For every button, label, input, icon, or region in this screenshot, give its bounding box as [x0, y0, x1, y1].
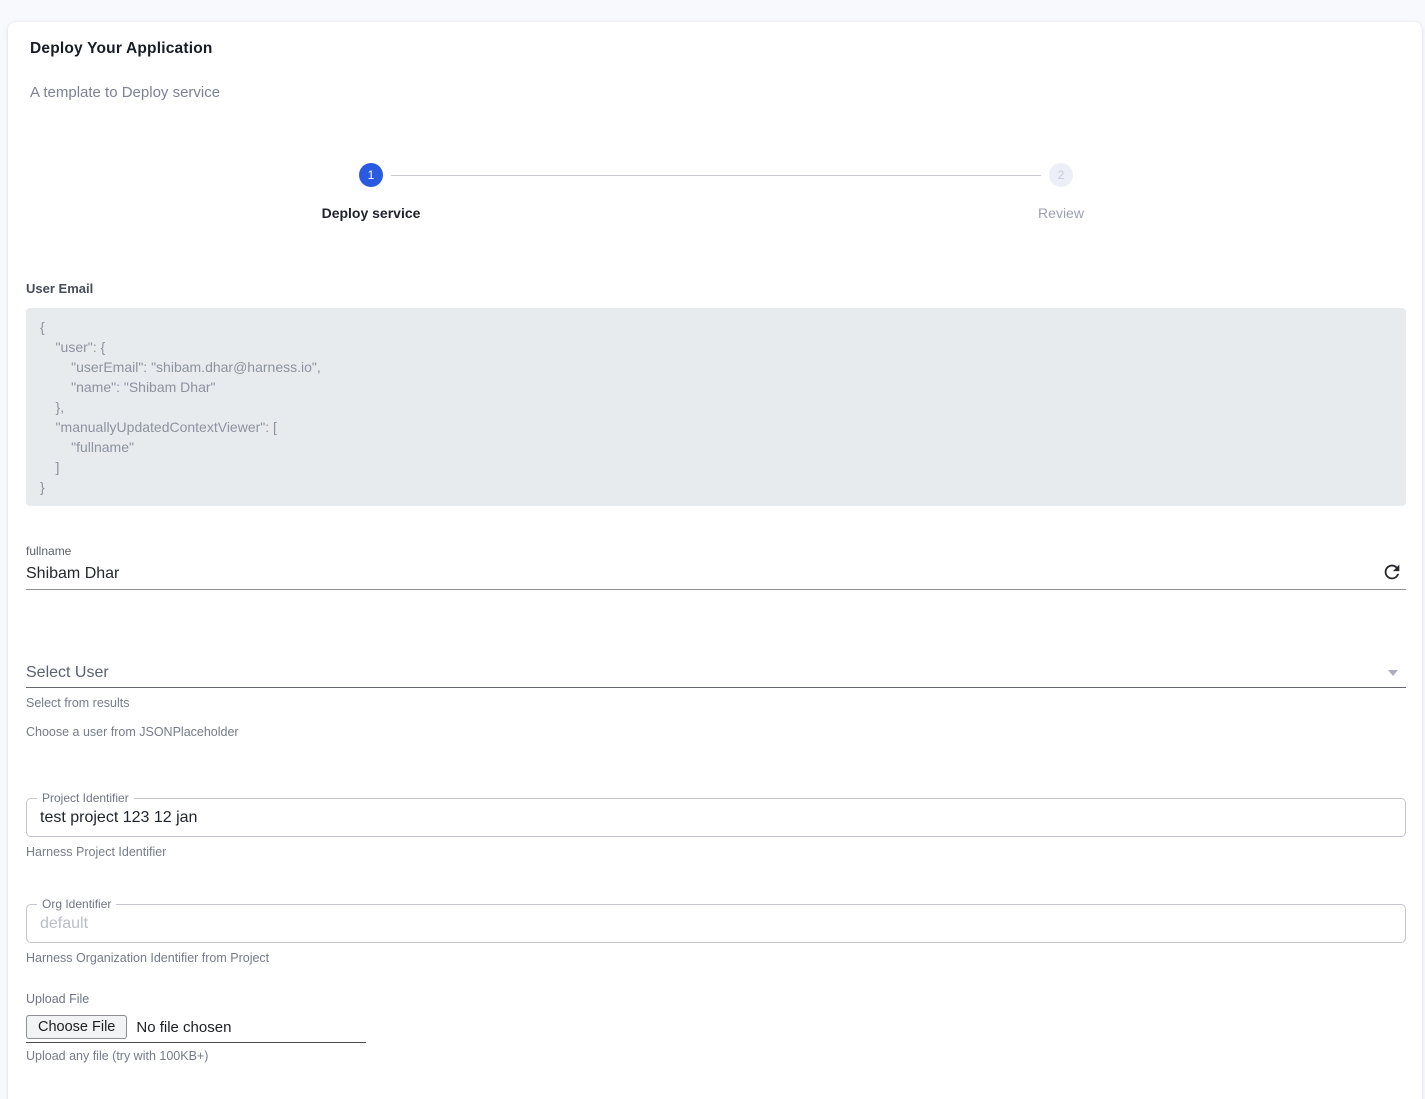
- project-identifier-group: Project Identifier Harness Project Ident…: [26, 798, 1406, 860]
- select-user-helper: Select from results: [26, 696, 1406, 711]
- file-input[interactable]: Choose File No file chosen: [26, 1015, 366, 1043]
- step-deploy-service: 1 Deploy service: [26, 163, 716, 221]
- project-identifier-helper: Harness Project Identifier: [26, 845, 1406, 860]
- page-subtitle: A template to Deploy service: [30, 84, 1406, 101]
- project-identifier-outline: Project Identifier: [26, 798, 1406, 837]
- project-identifier-input[interactable]: [40, 809, 1392, 827]
- stepper: 1 Deploy service 2 Review: [26, 163, 1406, 221]
- step-review: 2 Review: [716, 163, 1406, 221]
- choose-file-button[interactable]: Choose File: [26, 1015, 127, 1039]
- user-email-label: User Email: [26, 281, 1406, 296]
- refresh-icon[interactable]: [1380, 561, 1404, 585]
- fullname-label: fullname: [26, 544, 71, 558]
- chevron-down-icon: [1388, 670, 1398, 676]
- select-user-description: Choose a user from JSONPlaceholder: [26, 725, 1406, 740]
- step-2-icon: 2: [1049, 163, 1073, 187]
- org-identifier-group: Org Identifier Harness Organization Iden…: [26, 904, 1406, 966]
- stepper-connector-line: [391, 175, 1041, 176]
- upload-file-group: Upload File Choose File No file chosen U…: [26, 992, 1406, 1064]
- select-user-dropdown[interactable]: Select User: [26, 663, 1406, 688]
- step-1-icon: 1: [359, 163, 383, 187]
- template-form-card: Deploy Your Application A template to De…: [8, 22, 1422, 1099]
- user-email-json-viewer: { "user": { "userEmail": "shibam.dhar@ha…: [26, 308, 1406, 506]
- deploy-service-form: User Email { "user": { "userEmail": "shi…: [26, 281, 1406, 1064]
- org-identifier-input[interactable]: [40, 915, 1392, 933]
- step-1-label: Deploy service: [322, 205, 421, 221]
- upload-file-helper: Upload any file (try with 100KB+): [26, 1049, 1406, 1064]
- org-identifier-outline: Org Identifier: [26, 904, 1406, 943]
- fullname-input[interactable]: [26, 564, 1362, 583]
- page-title: Deploy Your Application: [30, 40, 1406, 58]
- select-user-value: Select User: [26, 663, 1406, 682]
- fullname-field: fullname: [26, 542, 1406, 590]
- upload-file-label: Upload File: [26, 992, 1406, 1007]
- step-2-label: Review: [1038, 205, 1084, 221]
- file-chosen-status: No file chosen: [136, 1019, 231, 1036]
- org-identifier-helper: Harness Organization Identifier from Pro…: [26, 951, 1406, 966]
- project-identifier-label: Project Identifier: [37, 792, 134, 805]
- org-identifier-label: Org Identifier: [37, 898, 116, 911]
